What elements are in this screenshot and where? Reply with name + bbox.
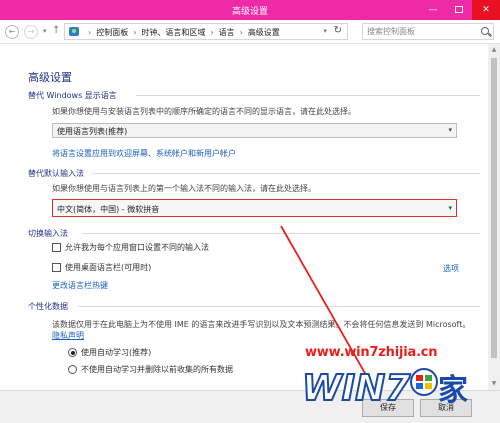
watermark-logo: WIN7 家	[301, 367, 468, 406]
watermark-url: www.win7zhijia.cn	[305, 345, 438, 360]
windows-logo-icon	[410, 368, 438, 396]
watermark-logo-text: WIN7	[302, 368, 410, 406]
watermark-logo-char: 家	[438, 373, 468, 406]
